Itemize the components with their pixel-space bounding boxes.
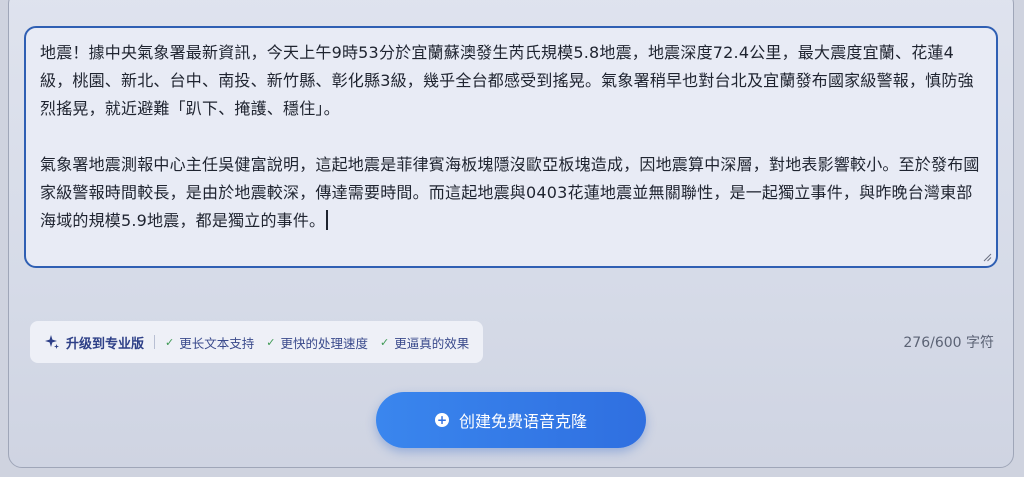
create-voice-clone-label: 创建免费语音克隆 xyxy=(458,412,587,431)
plus-circle-icon: + xyxy=(434,413,449,427)
sparkle-icon xyxy=(45,335,59,349)
feature-divider xyxy=(154,335,156,349)
text-paragraph-1: 地震！據中央氣象署最新資訊，今天上午9時53分於宜蘭蘇澳發生芮氏規模5.8地震，… xyxy=(40,43,974,118)
upgrade-pro-link[interactable]: 升级到专业版 xyxy=(44,333,144,352)
check-icon: ✓ xyxy=(165,335,175,349)
feature-label: 更长文本支持 xyxy=(179,335,255,351)
resize-handle-icon[interactable] xyxy=(982,252,992,262)
check-icon: ✓ xyxy=(379,335,390,349)
upgrade-pro-label: 升级到专业版 xyxy=(66,336,145,352)
feature-faster-processing: ✓ 更快的处理速度 xyxy=(266,333,368,352)
text-input-area[interactable]: 地震！據中央氣象署最新資訊，今天上午9時53分於宜蘭蘇澳發生芮氏規模5.8地震，… xyxy=(24,26,998,268)
feature-more-realistic: ✓ 更逼真的效果 xyxy=(380,333,469,352)
text-caret xyxy=(326,210,328,230)
pro-features-bar: 升级到专业版 ✓ 更长文本支持 ✓ 更快的处理速度 ✓ 更逼真的效果 xyxy=(30,321,484,363)
create-voice-clone-button[interactable]: + 创建免费语音克隆 xyxy=(376,392,646,448)
text-paragraph-2-content: 氣象署地震測報中心主任吳健富說明，這起地震是菲律賓海板塊隱沒歐亞板塊造成，因地震… xyxy=(40,155,980,230)
text-paragraph-2: 氣象署地震測報中心主任吳健富說明，這起地震是菲律賓海板塊隱沒歐亞板塊造成，因地震… xyxy=(40,151,982,235)
feature-label: 更逼真的效果 xyxy=(394,335,470,351)
check-icon: ✓ xyxy=(266,335,276,349)
feature-label: 更快的处理速度 xyxy=(280,335,368,351)
feature-longer-text: ✓ 更长文本支持 xyxy=(165,333,254,352)
character-counter: 276/600 字符 xyxy=(903,335,994,351)
